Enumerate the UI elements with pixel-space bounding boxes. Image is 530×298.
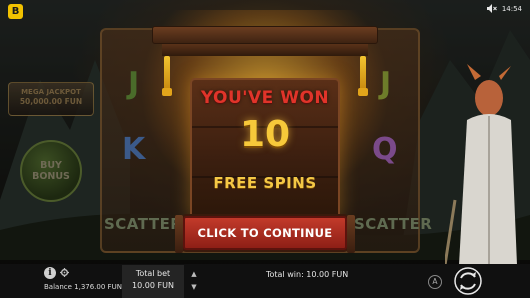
- buy-bonus-line1: BUY: [40, 160, 62, 171]
- free-spins-label: FREE SPINS: [213, 174, 317, 192]
- info-icon[interactable]: i: [44, 267, 56, 279]
- button-post: [175, 215, 183, 253]
- reel-symbol: J: [128, 66, 140, 101]
- buy-bonus-line2: BONUS: [32, 171, 70, 182]
- free-spins-count: 10: [239, 114, 291, 155]
- jackpot-value: 50,000.00 FUN: [19, 97, 83, 106]
- tassel-decoration: [162, 56, 172, 96]
- continue-button-label: CLICK TO CONTINUE: [197, 226, 333, 240]
- spin-button-icon[interactable]: [453, 266, 483, 296]
- mega-jackpot-panel: MEGA JACKPOT 50,000.00 FUN: [8, 82, 94, 116]
- bet-decrease-icon[interactable]: ▼: [190, 281, 198, 294]
- bottom-bar: [0, 264, 530, 298]
- total-bet-label: Total bet: [135, 269, 171, 278]
- torii-gate-top: [152, 26, 378, 44]
- continue-button[interactable]: CLICK TO CONTINUE: [175, 215, 355, 253]
- tassel-decoration: [358, 56, 368, 96]
- scatter-symbol: SCATTER: [354, 215, 433, 233]
- button-post: [347, 215, 355, 253]
- warrior-character-illustration: [445, 64, 517, 265]
- total-bet-value: 10.00 FUN: [132, 281, 174, 290]
- bet-adjust-arrows: ▲ ▼: [190, 268, 198, 294]
- jackpot-label: MEGA JACKPOT: [21, 88, 81, 96]
- buy-bonus-button[interactable]: BUY BONUS: [20, 140, 82, 202]
- autoplay-button[interactable]: A: [428, 275, 442, 289]
- total-bet-box: Total bet 10.00 FUN: [122, 265, 184, 298]
- status-area: 14:54: [486, 4, 522, 13]
- brand-logo: B: [8, 4, 23, 19]
- clock: 14:54: [501, 4, 522, 13]
- bet-increase-icon[interactable]: ▲: [190, 268, 198, 281]
- total-win-text: Total win: 10.00 FUN: [266, 270, 349, 279]
- gear-icon[interactable]: [60, 268, 69, 277]
- win-title: YOU'VE WON: [200, 88, 330, 108]
- torii-gate-beam: [162, 44, 368, 56]
- scatter-symbol: SCATTER: [104, 215, 183, 233]
- balance-text: Balance 1,376.00 FUN: [44, 283, 122, 291]
- speaker-muted-icon[interactable]: [486, 4, 497, 13]
